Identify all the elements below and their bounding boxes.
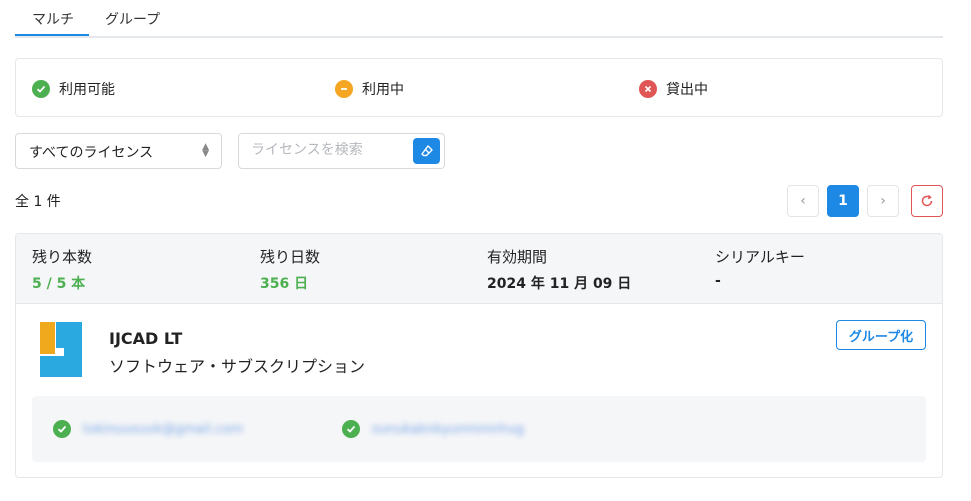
check-circle-icon [32,80,50,98]
license-filter-select[interactable]: すべてのライセンス ▲ ▼ [15,133,222,169]
next-page-button[interactable]: › [867,185,899,217]
status-lent: 貸出中 [639,79,708,99]
license-search [238,133,445,169]
product-type: ソフトウェア・サブスクリプション [109,357,366,376]
prev-page-button[interactable]: ‹ [787,185,819,217]
check-circle-icon [342,420,360,438]
license-card-header: 残り本数 5 / 5 本 残り日数 356 日 有効期間 2024 年 11 月… [16,234,942,304]
user-item: tokinuusuvk@gmail.com [53,420,243,438]
remaining-days-value: 356 日 [260,276,309,292]
status-available: 利用可能 [32,79,115,99]
valid-until-label: 有効期間 [487,248,548,266]
chevron-right-icon: › [880,193,886,209]
refresh-button[interactable] [911,185,943,217]
product-name: IJCAD LT [109,329,183,348]
remaining-count-label: 残り本数 [32,248,93,266]
valid-until-value: 2024 年 11 月 09 日 [487,276,632,292]
status-in-use-label: 利用中 [362,82,404,98]
tab-bar: マルチ グループ [15,0,943,38]
status-in-use: 利用中 [335,79,404,99]
valid-until-column: 有効期間 2024 年 11 月 09 日 [487,246,631,293]
eraser-icon [420,145,433,157]
active-tab-indicator [15,34,89,36]
license-users: tokinuusuvk@gmail.com sunukaknkyunmmnhug [32,396,926,462]
status-legend: 利用可能 利用中 貸出中 [15,58,943,117]
x-circle-icon [639,80,657,98]
user-email: tokinuusuvk@gmail.com [83,421,244,437]
user-item: sunukaknkyunmmnhug [342,420,524,438]
chevron-left-icon: ‹ [800,193,806,209]
serial-key-value: - [715,273,721,289]
ijcad-logo-icon [40,322,82,377]
remaining-days-label: 残り日数 [260,248,321,266]
remaining-count-value: 5 / 5 本 [32,276,86,292]
refresh-icon [921,194,933,207]
tab-multi[interactable]: マルチ [32,9,74,29]
serial-key-column: シリアルキー - [715,246,805,289]
page-1-button[interactable]: 1 [827,185,859,217]
result-count: 全 1 件 [15,194,61,210]
license-filter-value: すべてのライセンス [29,145,154,161]
check-circle-icon [53,420,71,438]
minus-circle-icon [335,80,353,98]
serial-key-label: シリアルキー [715,248,805,266]
user-email: sunukaknkyunmmnhug [372,421,525,437]
remaining-days-column: 残り日数 356 日 [260,246,320,293]
status-available-label: 利用可能 [59,82,115,98]
remaining-count-column: 残り本数 5 / 5 本 [32,246,92,293]
chevron-up-down-icon: ▲ ▼ [202,142,209,159]
clear-search-button[interactable] [413,138,440,164]
group-button[interactable]: グループ化 [836,320,926,350]
license-card: 残り本数 5 / 5 本 残り日数 356 日 有効期間 2024 年 11 月… [15,233,943,478]
license-search-input[interactable] [251,142,411,158]
status-lent-label: 貸出中 [666,82,708,98]
tab-group[interactable]: グループ [105,9,160,29]
